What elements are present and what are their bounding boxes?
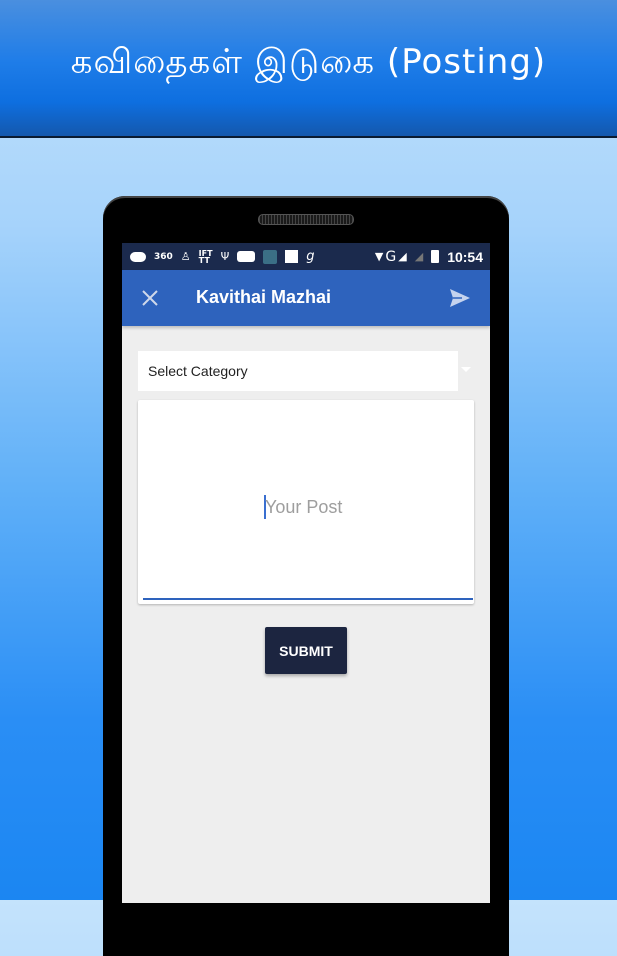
phone-speaker <box>258 214 354 225</box>
battery-charging-icon <box>431 250 440 263</box>
wifi-icon: ▼ <box>374 250 384 263</box>
phone-screen: 360 ♙ IFT TT Ψ g ▼ G ◢ ◢ 10:54 Kavithai … <box>122 243 490 903</box>
promo-banner: கவிதைகள் இடுகை (Posting) <box>0 0 617 138</box>
360-icon: 360 <box>154 251 173 262</box>
category-select-value: Select Category <box>148 363 248 379</box>
usb-icon: Ψ <box>220 250 230 263</box>
app-icon <box>263 249 278 264</box>
send-icon[interactable] <box>448 287 472 309</box>
phone-frame: 360 ♙ IFT TT Ψ g ▼ G ◢ ◢ 10:54 Kavithai … <box>103 196 509 956</box>
post-card: Your Post <box>138 400 474 604</box>
chevron-down-icon[interactable] <box>461 367 471 372</box>
square-icon <box>285 250 299 263</box>
app-bar: Kavithai Mazhai <box>122 270 490 326</box>
app-title: Kavithai Mazhai <box>196 287 332 307</box>
post-placeholder: Your Post <box>265 497 343 517</box>
ifttt-icon: IFT TT <box>198 248 213 265</box>
message-icon <box>130 251 146 262</box>
signal-icon: ◢ <box>398 250 407 263</box>
submit-button[interactable]: SUBMIT <box>265 627 347 674</box>
signal-empty-icon: ◢ <box>414 250 424 263</box>
g-icon: g <box>306 249 315 264</box>
close-icon[interactable] <box>138 286 162 310</box>
category-select[interactable]: Select Category <box>138 351 458 391</box>
banner-title: கவிதைகள் இடுகை (Posting) <box>70 42 547 82</box>
network-type: G <box>385 248 397 265</box>
robot-icon: ♙ <box>180 250 191 263</box>
clock: 10:54 <box>447 248 483 265</box>
status-bar: 360 ♙ IFT TT Ψ g ▼ G ◢ ◢ 10:54 <box>122 243 490 270</box>
chat-icon <box>237 251 256 262</box>
